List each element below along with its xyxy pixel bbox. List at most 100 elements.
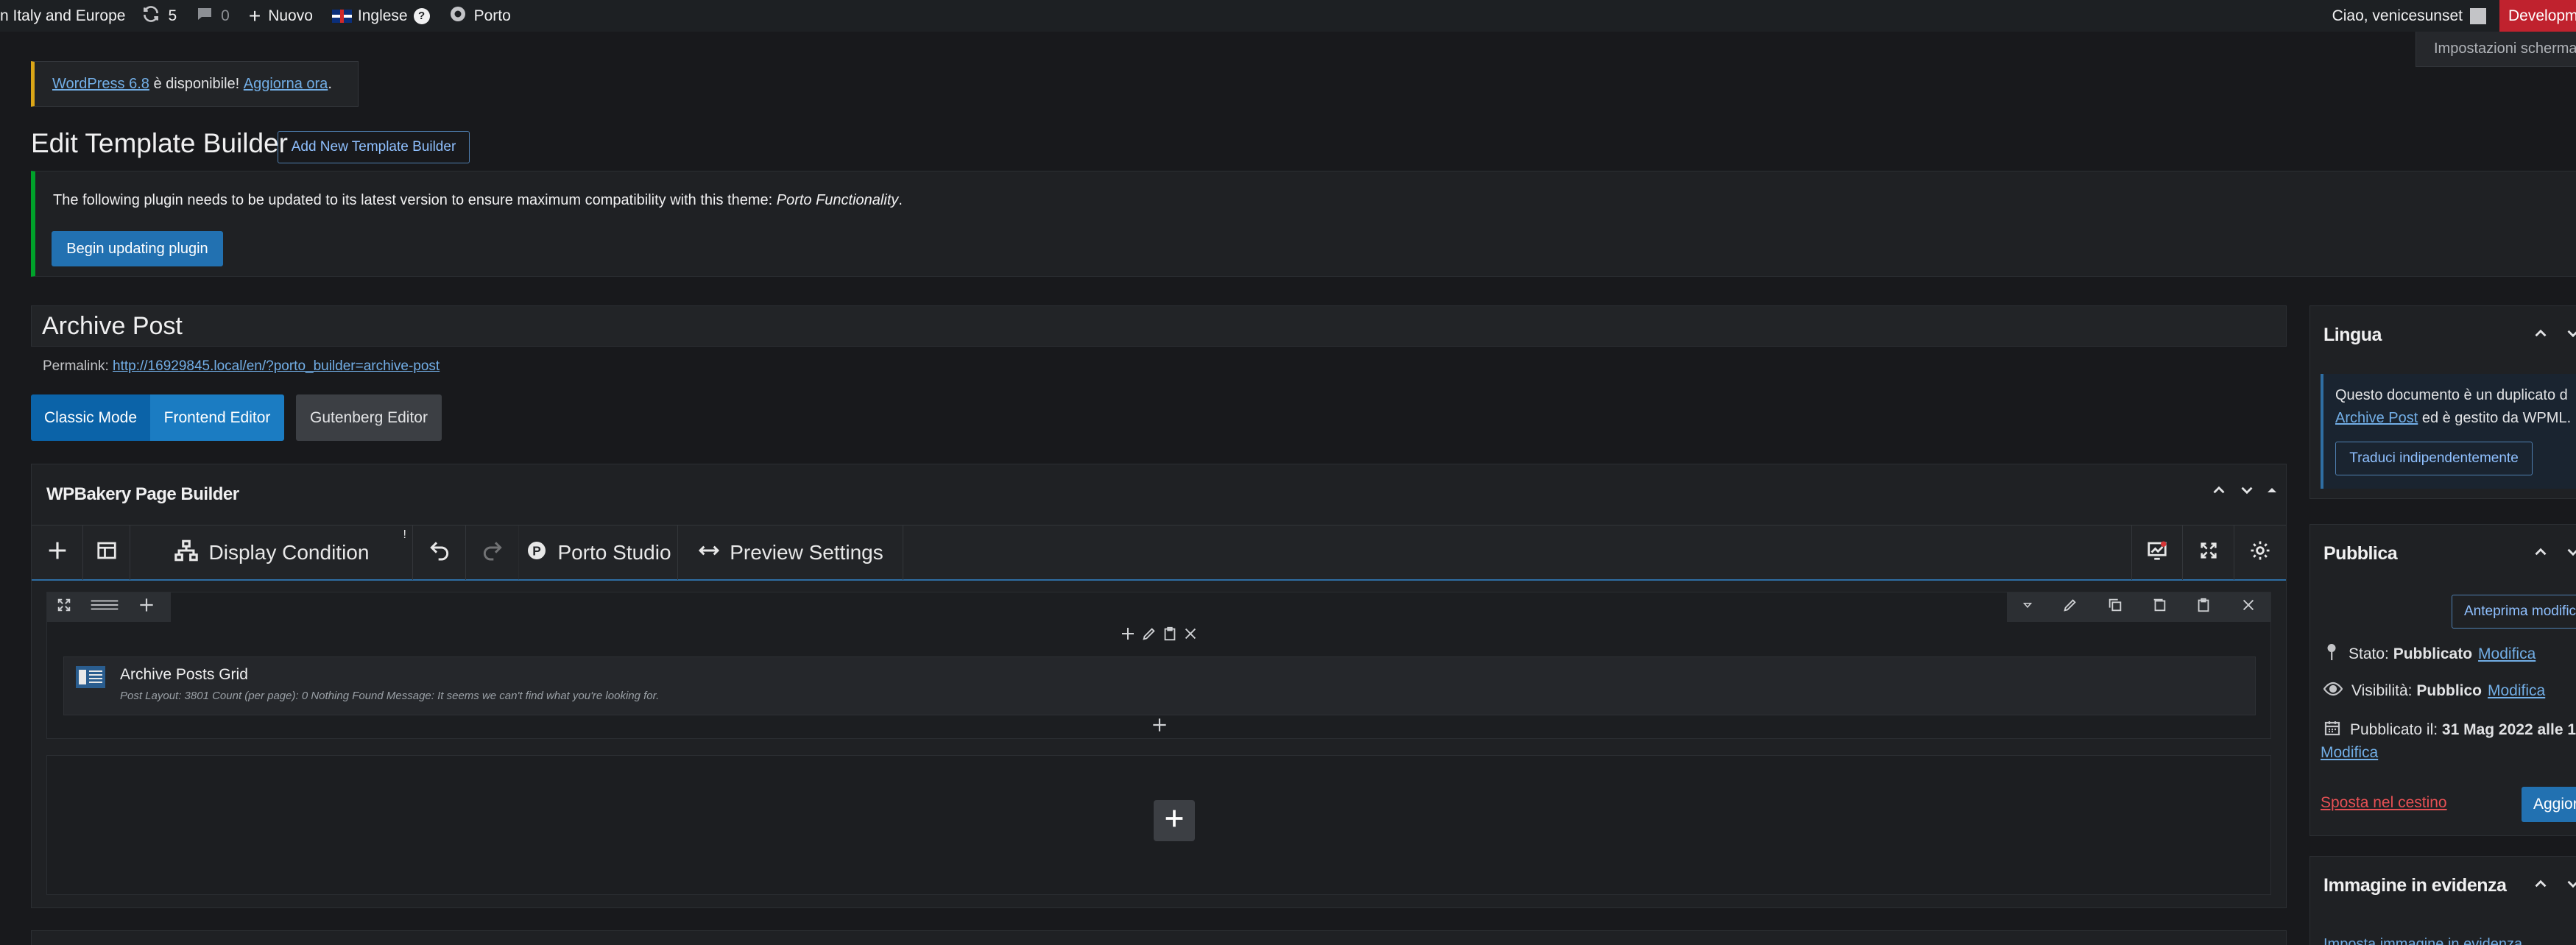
pubblica-title: Pubblica [2323,543,2398,564]
porto-studio-label: Porto Studio [557,541,671,564]
row-delete-icon[interactable] [2240,597,2256,617]
visibility-label: Visibilità: [2351,682,2417,699]
screen-options-tab[interactable]: Impostazioni schermat [2416,32,2576,67]
add-row-area [46,755,2271,895]
pubblica-collapse-up-icon[interactable] [2531,542,2550,566]
begin-updating-label: Begin updating plugin [66,240,208,257]
wpbakery-toolbar: Display Condition ! P Porto Studio Previ… [32,525,2286,581]
wpml-text-part2: ed è gestito da WPML. [2418,410,2572,426]
pubblica-collapse-down-icon[interactable] [2563,542,2576,566]
comments-link[interactable]: 0 [196,0,230,32]
site-name-label: n Italy and Europe [0,7,126,24]
environment-badge-label: Developme [2508,7,2576,24]
begin-updating-plugin-button[interactable]: Begin updating plugin [52,231,223,266]
status-value: Pubblicato [2393,645,2473,662]
preview-settings-label: Preview Settings [730,541,883,564]
undo-icon [428,539,451,567]
move-up-icon[interactable] [2209,481,2229,504]
porto-studio-button[interactable]: P Porto Studio [519,525,678,580]
classic-mode-button[interactable]: Classic Mode [31,394,150,441]
set-featured-image-link[interactable]: Imposta immagine in evidenza [2323,936,2522,945]
row-paste-icon[interactable] [2195,597,2212,617]
lingua-collapse-up-icon[interactable] [2531,324,2550,347]
porto-logo-icon [449,5,467,27]
gear-icon [2249,539,2271,567]
preview-changes-button[interactable]: Anteprima modific [2452,595,2576,629]
my-account-link[interactable]: Ciao, venicesunset [2332,0,2486,32]
add-element-button[interactable] [32,525,83,580]
updates-count: 5 [168,7,177,24]
pin-icon [2323,643,2349,666]
featured-collapse-up-icon[interactable] [2531,874,2550,898]
porto-studio-icon: P [525,539,548,567]
svg-text:P: P [533,543,542,558]
add-row-button[interactable] [1154,800,1195,841]
display-condition-button[interactable]: Display Condition ! [130,525,413,580]
wpml-notice: Questo documento è un duplicato d Archiv… [2321,374,2576,489]
posts-grid-icon [76,666,105,693]
new-content-link[interactable]: + Nuovo [249,0,313,32]
add-element-to-column-icon[interactable] [1150,715,1169,739]
wp-update-notice: WordPress 6.8 è disponibile! Aggiorna or… [31,61,359,107]
edit-date-link[interactable]: Modifica [2321,744,2378,762]
fullscreen-button[interactable] [2183,525,2234,580]
gutenberg-editor-button[interactable]: Gutenberg Editor [296,394,442,441]
info-marker-icon: ! [403,528,406,541]
comments-count: 0 [221,7,230,24]
seo-analysis-button[interactable] [2131,525,2183,580]
featured-collapse-down-icon[interactable] [2563,874,2576,898]
site-name-link[interactable]: n Italy and Europe [0,0,125,32]
row-layout-icon[interactable] [88,597,121,617]
column-edit-icon[interactable] [1141,626,1157,646]
column-paste-icon[interactable] [1162,626,1178,646]
settings-button[interactable] [2234,525,2286,580]
gutenberg-editor-label: Gutenberg Editor [310,408,428,426]
row-edit-icon[interactable] [2062,597,2078,617]
move-down-icon[interactable] [2237,481,2256,504]
published-value: 31 Mag 2022 alle 15 [2441,721,2576,738]
language-switcher[interactable]: Inglese ? [331,0,430,32]
theme-link[interactable]: Porto [449,0,511,32]
undo-button[interactable] [413,525,466,580]
published-row: Pubblicato il: 31 Mag 2022 alle 15 [2323,719,2576,741]
update-button[interactable]: Aggior [2522,787,2576,822]
permalink-url[interactable]: http://16929845.local/en/?porto_builder=… [113,358,440,374]
post-title-field[interactable]: Archive Post [31,305,2287,347]
update-now-link[interactable]: Aggiorna ora [244,76,328,93]
uk-flag-icon [331,9,352,23]
fullscreen-icon [2198,540,2219,566]
edit-status-link[interactable]: Modifica [2478,645,2536,663]
redo-button[interactable] [466,525,519,580]
archive-posts-grid-element[interactable]: Archive Posts Grid Post Layout: 3801 Cou… [63,656,2256,715]
row-copy-icon[interactable] [2151,597,2167,617]
updates-link[interactable]: 5 [141,0,177,32]
row-toggle-icon[interactable] [2021,598,2034,616]
preview-settings-button[interactable]: Preview Settings [678,525,903,580]
original-post-link[interactable]: Archive Post [2335,410,2418,426]
translate-independently-button[interactable]: Traduci indipendentemente [2335,442,2533,475]
move-to-trash-link[interactable]: Sposta nel cestino [2321,794,2447,812]
featured-image-title: Immagine in evidenza [2323,875,2507,896]
plus-icon [45,538,70,568]
chart-icon [2146,539,2168,567]
sitemap-icon [174,538,199,568]
column-delete-icon[interactable] [1182,626,1199,646]
published-label: Pubblicato il: [2350,721,2442,738]
toggle-panel-icon[interactable] [2265,484,2279,501]
column-add-icon[interactable] [1119,625,1137,647]
frontend-editor-label: Frontend Editor [163,408,271,426]
row-move-icon[interactable] [56,597,72,617]
edit-visibility-link[interactable]: Modifica [2488,682,2545,700]
plus-icon [1162,806,1187,835]
lingua-metabox: Lingua Questo documento è un duplicato d… [2309,305,2576,499]
column-controls [1119,625,1199,647]
translate-independently-label: Traduci indipendentemente [2349,450,2519,466]
wordpress-version-link[interactable]: WordPress 6.8 [52,76,149,93]
add-new-template-button[interactable]: Add New Template Builder [278,131,470,163]
lingua-collapse-down-icon[interactable] [2563,324,2576,347]
row-add-icon[interactable] [137,595,156,619]
classic-mode-label: Classic Mode [43,408,138,426]
templates-button[interactable] [83,525,130,580]
row-clone-icon[interactable] [2107,597,2123,617]
frontend-editor-button[interactable]: Frontend Editor [150,394,284,441]
